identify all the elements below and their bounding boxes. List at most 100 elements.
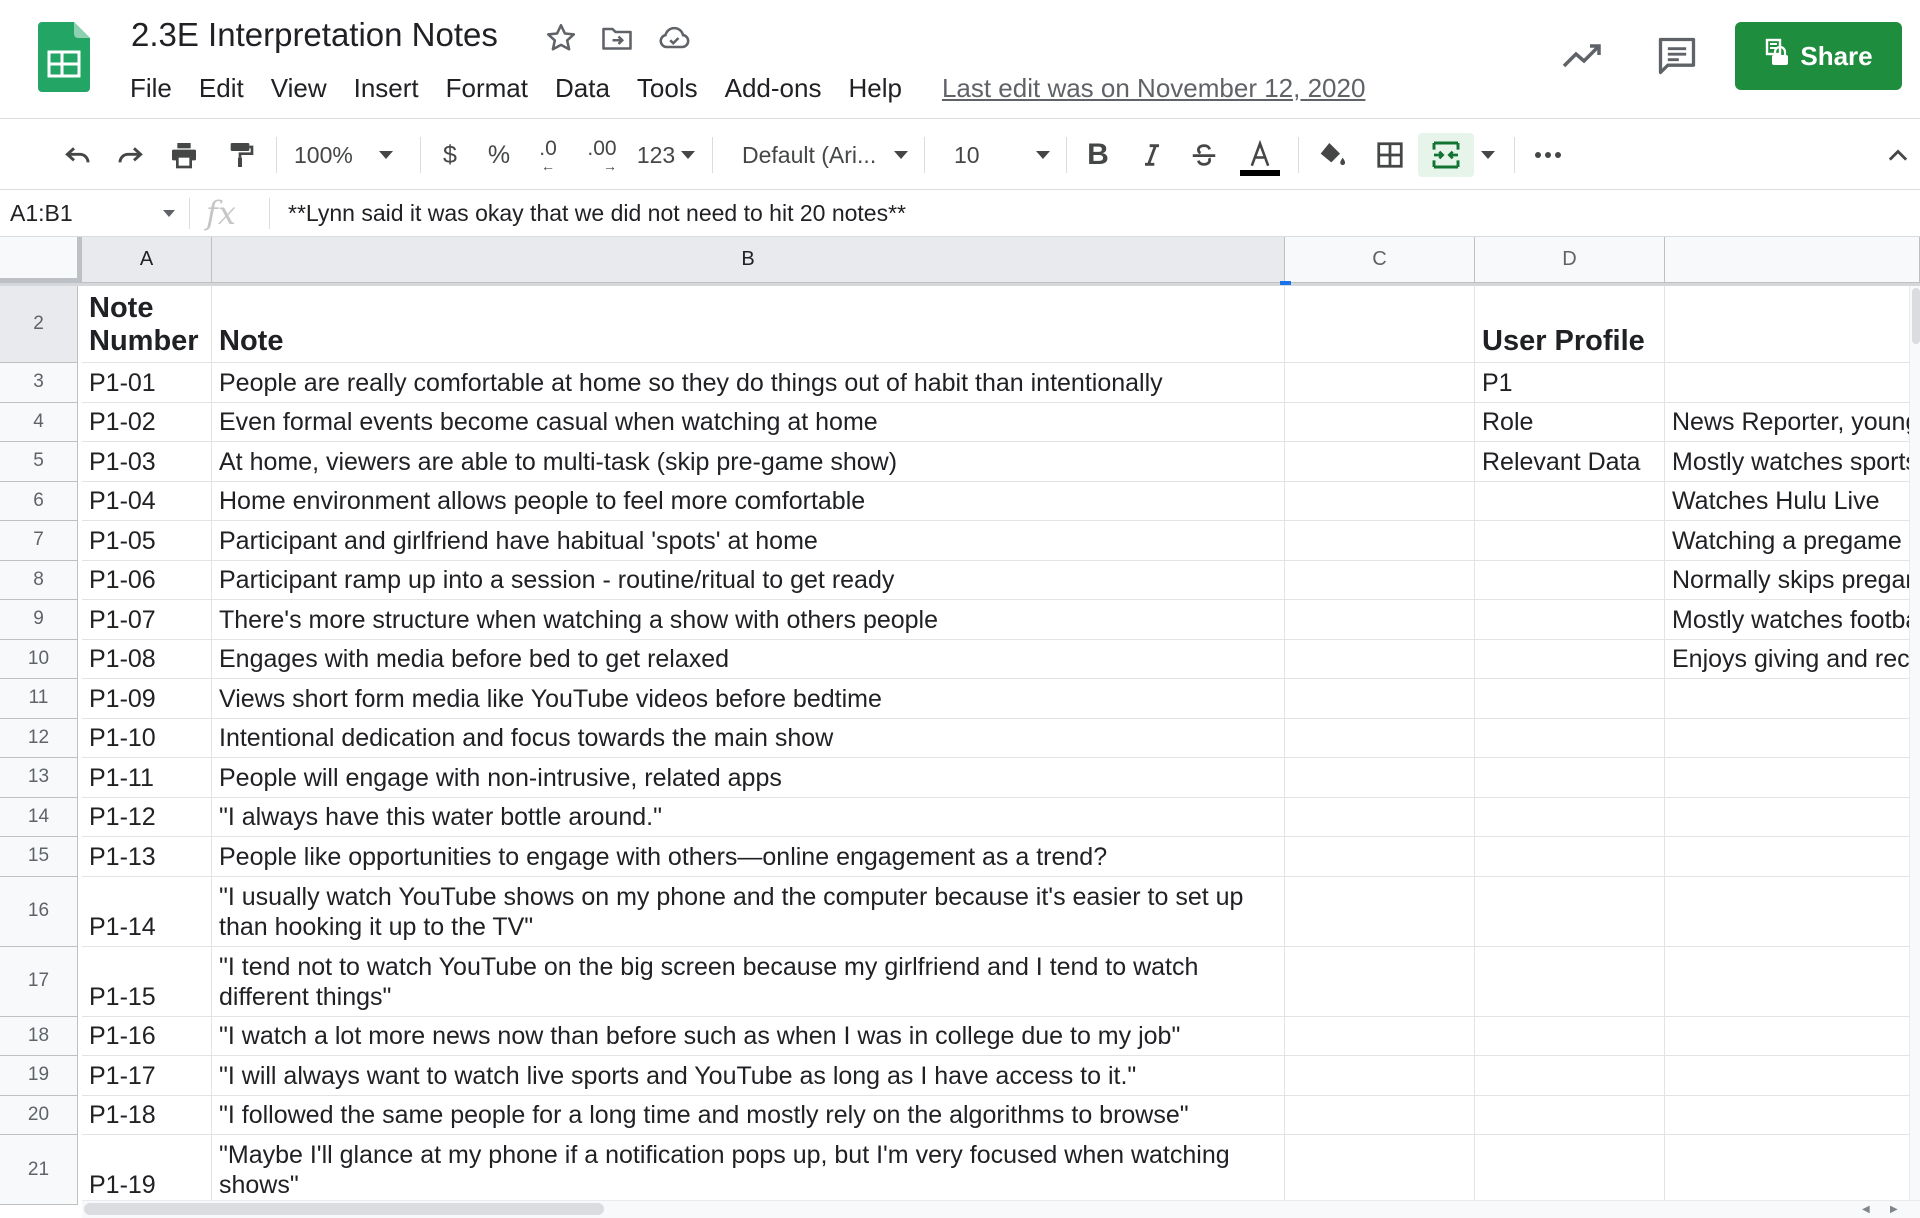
print-icon[interactable] bbox=[164, 119, 204, 191]
cell-d8[interactable] bbox=[1475, 560, 1665, 600]
row-header-6[interactable]: 6 bbox=[0, 481, 78, 521]
row-header-16[interactable]: 16 bbox=[0, 876, 78, 947]
cell-b12[interactable]: Intentional dedication and focus towards… bbox=[212, 718, 1285, 758]
cell-e19[interactable] bbox=[1665, 1056, 1920, 1096]
merge-cells-icon[interactable] bbox=[1424, 119, 1468, 191]
cell-a8[interactable]: P1-06 bbox=[82, 560, 212, 600]
cell-d11[interactable] bbox=[1475, 679, 1665, 719]
cell-e15[interactable] bbox=[1665, 837, 1920, 877]
cell-b13[interactable]: People will engage with non-intrusive, r… bbox=[212, 758, 1285, 798]
cell-c7[interactable] bbox=[1285, 521, 1475, 561]
cell-b2[interactable]: Note bbox=[212, 286, 1285, 363]
cell-a10[interactable]: P1-08 bbox=[82, 639, 212, 679]
cell-e5[interactable]: Mostly watches sports bbox=[1665, 442, 1920, 482]
cell-a21[interactable]: P1-19 bbox=[82, 1135, 212, 1205]
row-header-5[interactable]: 5 bbox=[0, 442, 78, 482]
cell-c3[interactable] bbox=[1285, 363, 1475, 403]
italic-icon[interactable] bbox=[1134, 119, 1170, 191]
row-header-3[interactable]: 3 bbox=[0, 363, 78, 403]
cell-b9[interactable]: There's more structure when watching a s… bbox=[212, 600, 1285, 640]
cell-d20[interactable] bbox=[1475, 1095, 1665, 1135]
cell-b3[interactable]: People are really comfortable at home so… bbox=[212, 363, 1285, 403]
row-header-13[interactable]: 13 bbox=[0, 758, 78, 798]
explore-trend-icon[interactable] bbox=[1560, 38, 1604, 74]
cell-e2[interactable] bbox=[1665, 286, 1920, 363]
undo-icon[interactable] bbox=[58, 119, 98, 191]
cell-b4[interactable]: Even formal events become casual when wa… bbox=[212, 402, 1285, 442]
cell-a4[interactable]: P1-02 bbox=[82, 402, 212, 442]
cell-d9[interactable] bbox=[1475, 600, 1665, 640]
menu-view[interactable]: View bbox=[271, 73, 327, 104]
cell-d13[interactable] bbox=[1475, 758, 1665, 798]
font-family-select[interactable]: Default (Ari... bbox=[742, 119, 908, 191]
cell-b10[interactable]: Engages with media before bed to get rel… bbox=[212, 639, 1285, 679]
cell-e21[interactable] bbox=[1665, 1135, 1920, 1205]
cell-a7[interactable]: P1-05 bbox=[82, 521, 212, 561]
currency-format-button[interactable]: $ bbox=[432, 119, 468, 191]
cell-e16[interactable] bbox=[1665, 876, 1920, 947]
menu-add-ons[interactable]: Add-ons bbox=[725, 73, 822, 104]
cell-e11[interactable] bbox=[1665, 679, 1920, 719]
vertical-scrollbar[interactable] bbox=[1909, 286, 1920, 1218]
cell-e10[interactable]: Enjoys giving and rec bbox=[1665, 639, 1920, 679]
cell-b19[interactable]: "I will always want to watch live sports… bbox=[212, 1056, 1285, 1096]
cell-c8[interactable] bbox=[1285, 560, 1475, 600]
column-header-d[interactable]: D bbox=[1475, 237, 1665, 283]
row-header-20[interactable]: 20 bbox=[0, 1095, 78, 1135]
cell-c15[interactable] bbox=[1285, 837, 1475, 877]
cell-d12[interactable] bbox=[1475, 718, 1665, 758]
row-header-10[interactable]: 10 bbox=[0, 639, 78, 679]
cell-a6[interactable]: P1-04 bbox=[82, 481, 212, 521]
more-icon[interactable] bbox=[1528, 119, 1568, 191]
borders-icon[interactable] bbox=[1370, 119, 1410, 191]
row-header-8[interactable]: 8 bbox=[0, 560, 78, 600]
cell-b6[interactable]: Home environment allows people to feel m… bbox=[212, 481, 1285, 521]
cell-a11[interactable]: P1-09 bbox=[82, 679, 212, 719]
cloud-saved-icon[interactable] bbox=[656, 20, 692, 56]
redo-icon[interactable] bbox=[110, 119, 150, 191]
column-header-c[interactable]: C bbox=[1285, 237, 1475, 283]
cell-a2[interactable]: Note Number bbox=[82, 286, 212, 363]
row-header-12[interactable]: 12 bbox=[0, 718, 78, 758]
cell-c19[interactable] bbox=[1285, 1056, 1475, 1096]
row-header-2[interactable]: 2 bbox=[0, 286, 78, 363]
cell-d10[interactable] bbox=[1475, 639, 1665, 679]
cell-a18[interactable]: P1-16 bbox=[82, 1016, 212, 1056]
column-resize-handle[interactable] bbox=[1280, 281, 1291, 285]
row-header-14[interactable]: 14 bbox=[0, 797, 78, 837]
menu-file[interactable]: File bbox=[130, 73, 172, 104]
row-header-21[interactable]: 21 bbox=[0, 1135, 78, 1205]
merge-dropdown-button[interactable] bbox=[1476, 119, 1500, 191]
cell-c18[interactable] bbox=[1285, 1016, 1475, 1056]
increase-decimal-button[interactable]: .00 → bbox=[580, 119, 624, 191]
cell-b14[interactable]: "I always have this water bottle around.… bbox=[212, 797, 1285, 837]
cell-e14[interactable] bbox=[1665, 797, 1920, 837]
cell-a14[interactable]: P1-12 bbox=[82, 797, 212, 837]
cell-a9[interactable]: P1-07 bbox=[82, 600, 212, 640]
cell-d15[interactable] bbox=[1475, 837, 1665, 877]
cell-d6[interactable] bbox=[1475, 481, 1665, 521]
row-header-11[interactable]: 11 bbox=[0, 679, 78, 719]
text-color-icon[interactable] bbox=[1238, 119, 1282, 191]
cell-b15[interactable]: People like opportunities to engage with… bbox=[212, 837, 1285, 877]
cell-e12[interactable] bbox=[1665, 718, 1920, 758]
zoom-select[interactable]: 100% bbox=[294, 119, 404, 191]
cell-e13[interactable] bbox=[1665, 758, 1920, 798]
cell-b7[interactable]: Participant and girlfriend have habitual… bbox=[212, 521, 1285, 561]
cell-c17[interactable] bbox=[1285, 946, 1475, 1017]
cell-e7[interactable]: Watching a pregame bbox=[1665, 521, 1920, 561]
row-header-19[interactable]: 19 bbox=[0, 1056, 78, 1096]
row-header-18[interactable]: 18 bbox=[0, 1016, 78, 1056]
cell-c16[interactable] bbox=[1285, 876, 1475, 947]
cell-c13[interactable] bbox=[1285, 758, 1475, 798]
cell-a5[interactable]: P1-03 bbox=[82, 442, 212, 482]
menu-insert[interactable]: Insert bbox=[354, 73, 419, 104]
cell-c9[interactable] bbox=[1285, 600, 1475, 640]
percent-format-button[interactable]: % bbox=[481, 119, 517, 191]
menu-help[interactable]: Help bbox=[848, 73, 901, 104]
cell-a20[interactable]: P1-18 bbox=[82, 1095, 212, 1135]
menu-tools[interactable]: Tools bbox=[637, 73, 698, 104]
fill-color-icon[interactable] bbox=[1312, 119, 1352, 191]
cell-b17[interactable]: "I tend not to watch YouTube on the big … bbox=[212, 946, 1285, 1017]
move-to-folder-icon[interactable] bbox=[599, 20, 635, 56]
